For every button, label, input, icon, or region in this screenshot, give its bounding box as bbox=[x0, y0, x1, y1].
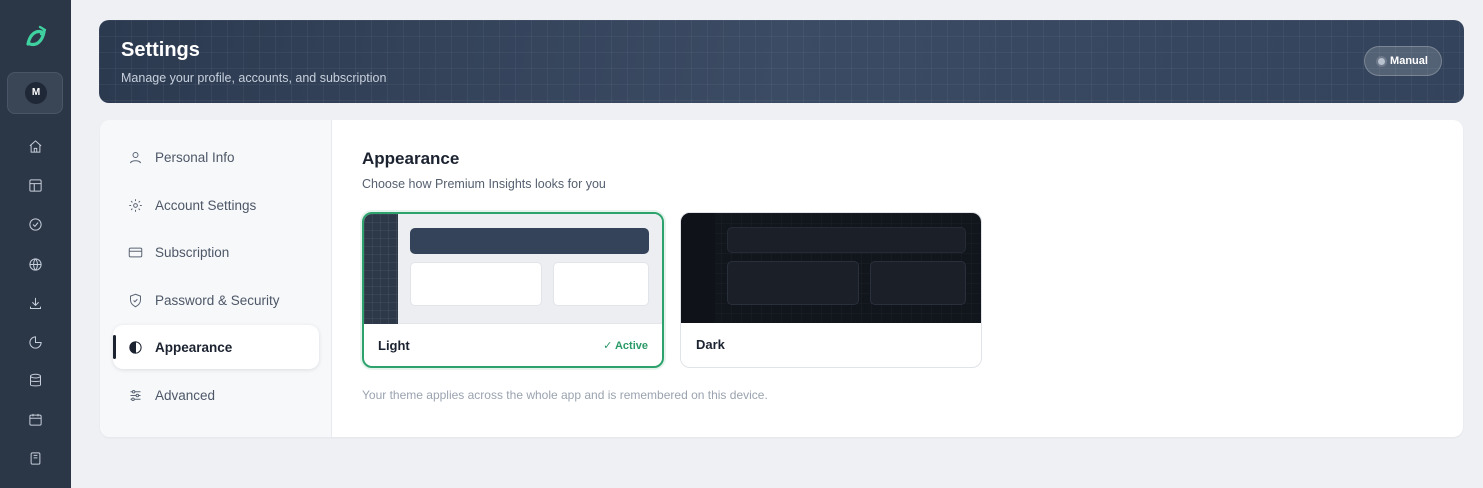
light-theme-preview bbox=[364, 214, 662, 324]
check-circle-icon[interactable] bbox=[26, 215, 44, 233]
sidebar-item-password-security[interactable]: Password & Security bbox=[113, 278, 319, 322]
layout-icon[interactable] bbox=[26, 176, 44, 194]
avatar: M bbox=[25, 82, 47, 104]
sidebar-item-label: Personal Info bbox=[155, 149, 235, 165]
sidebar-item-advanced[interactable]: Advanced bbox=[113, 373, 319, 417]
section-heading: Appearance bbox=[362, 149, 460, 168]
preview-sidebar bbox=[364, 214, 398, 324]
dark-theme-preview bbox=[681, 213, 981, 323]
home-icon[interactable] bbox=[26, 137, 44, 155]
gear-icon bbox=[129, 198, 142, 212]
user-icon bbox=[130, 151, 141, 163]
sidebar-item-label: Account Settings bbox=[155, 197, 257, 213]
download-icon[interactable] bbox=[26, 294, 44, 312]
active-badge: ✓ Active bbox=[603, 340, 648, 352]
sidebar-item-subscription[interactable]: Subscription bbox=[113, 230, 319, 274]
contrast-icon bbox=[129, 340, 142, 354]
section-description: Choose how Premium Insights looks for yo… bbox=[362, 177, 606, 191]
user-avatar-button[interactable]: M bbox=[7, 72, 63, 114]
theme-option-dark[interactable]: Dark bbox=[680, 212, 982, 368]
sidebar-item-personal-info[interactable]: Personal Info bbox=[113, 135, 319, 179]
theme-label: Dark bbox=[696, 337, 725, 352]
brand-logo-icon[interactable] bbox=[22, 24, 50, 52]
theme-footnote: Your theme applies across the whole app … bbox=[362, 388, 768, 402]
theme-label: Light bbox=[378, 338, 410, 353]
preview-panel bbox=[870, 261, 966, 305]
settings-card: Personal Info Account Settings Subscript… bbox=[100, 120, 1463, 437]
preview-panel bbox=[727, 261, 859, 305]
sidebar-item-appearance[interactable]: Appearance bbox=[113, 325, 319, 369]
sidebar-item-label: Password & Security bbox=[155, 292, 280, 308]
book-icon[interactable] bbox=[26, 449, 44, 467]
mode-label: Manual bbox=[1390, 55, 1428, 67]
preview-header bbox=[410, 228, 649, 254]
sidebar-item-label: Advanced bbox=[155, 387, 216, 403]
preview-panel bbox=[410, 262, 542, 306]
page-subtitle: Manage your profile, accounts, and subsc… bbox=[121, 71, 387, 85]
mode-toggle-button[interactable]: Manual bbox=[1364, 46, 1442, 76]
pie-chart-icon[interactable] bbox=[26, 333, 44, 351]
sidebar-item-label: Appearance bbox=[155, 339, 233, 355]
page-header: Settings Manage your profile, accounts, … bbox=[99, 20, 1464, 103]
credit-card-icon bbox=[128, 247, 143, 257]
database-icon[interactable] bbox=[26, 371, 44, 389]
status-dot-icon bbox=[1378, 57, 1386, 65]
sidebar-item-account-settings[interactable]: Account Settings bbox=[113, 183, 319, 227]
globe-icon[interactable] bbox=[26, 255, 44, 273]
sliders-icon bbox=[130, 389, 141, 401]
preview-panel bbox=[553, 262, 649, 306]
theme-option-light[interactable]: Light ✓ Active bbox=[362, 212, 664, 368]
shield-icon bbox=[130, 293, 141, 307]
sidebar-item-label: Subscription bbox=[155, 244, 230, 260]
preview-sidebar bbox=[681, 213, 715, 323]
preview-header bbox=[727, 227, 966, 253]
settings-sidebar: Personal Info Account Settings Subscript… bbox=[100, 120, 332, 437]
calendar-icon[interactable] bbox=[26, 410, 44, 428]
page-title: Settings bbox=[121, 39, 200, 61]
app-rail: M bbox=[0, 0, 71, 488]
